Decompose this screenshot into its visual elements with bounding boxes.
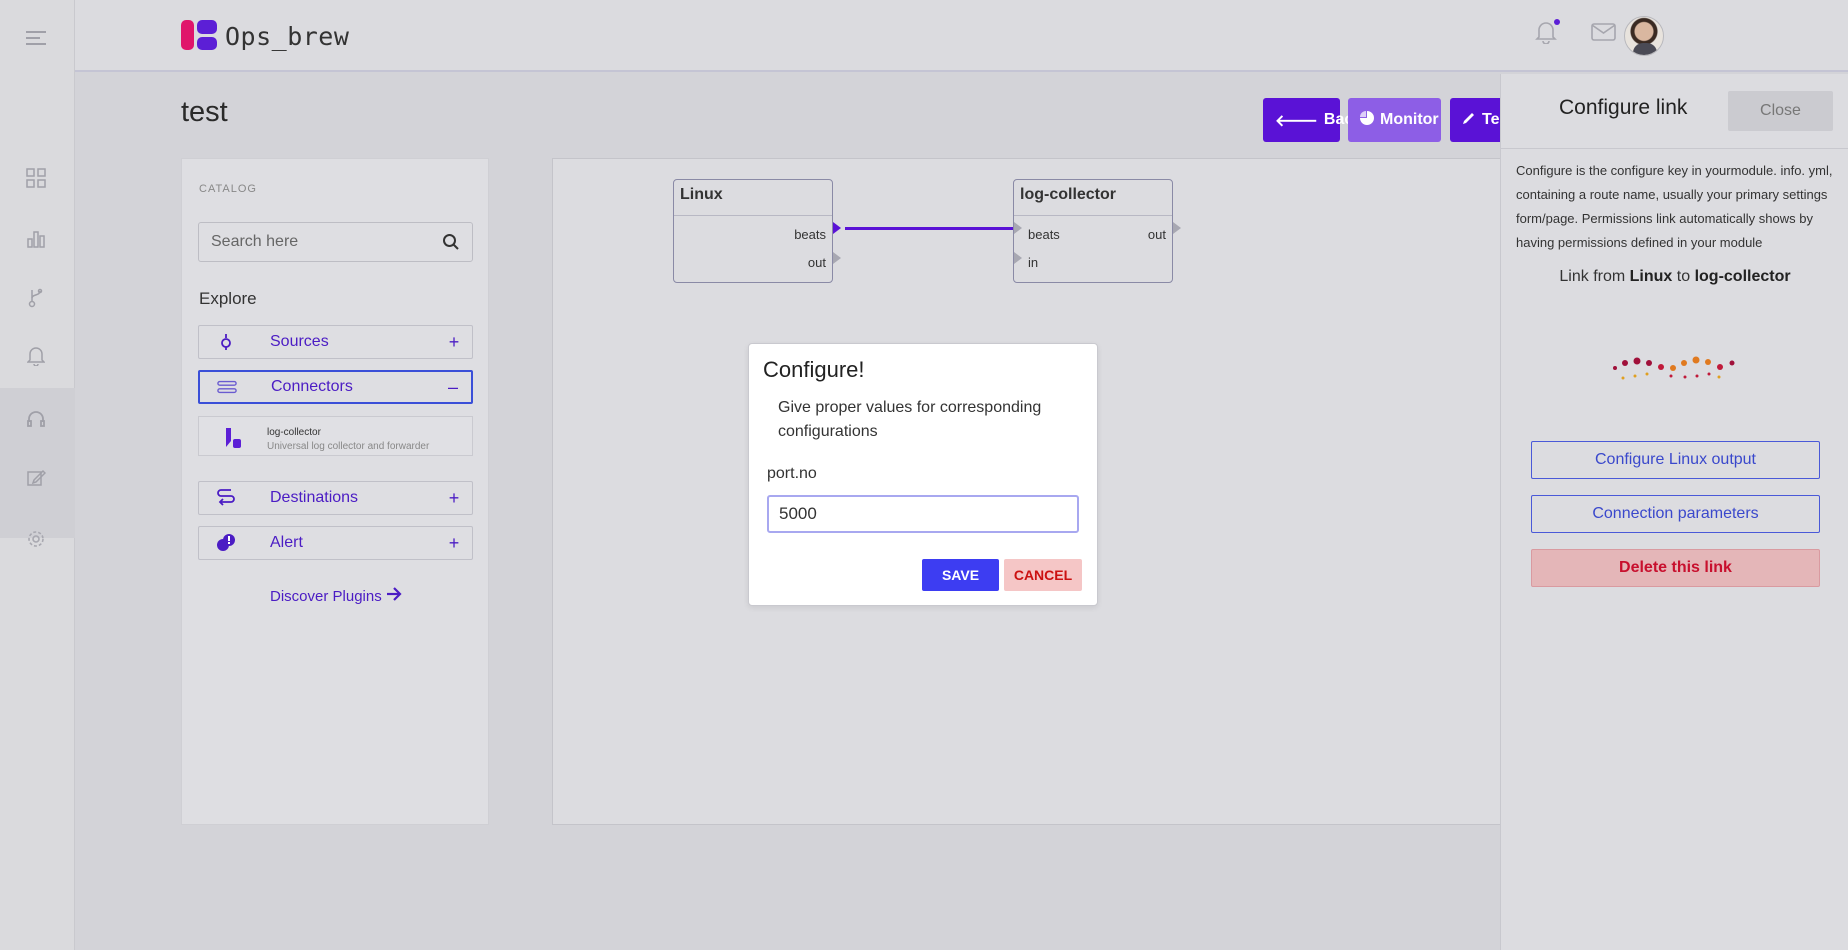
link-from: Linux <box>1629 268 1673 285</box>
catalog-item-destinations[interactable]: Destinations + <box>198 481 473 515</box>
log-collector-icon <box>224 427 242 449</box>
connectors-icon <box>217 377 237 397</box>
configure-link-panel: Configure link Close Configure is the co… <box>1500 74 1848 950</box>
catalog-title: CATALOG <box>199 183 257 195</box>
destinations-icon <box>216 488 236 508</box>
connection-parameters-button[interactable]: Connection parameters <box>1531 495 1820 533</box>
notification-dot <box>1554 19 1560 25</box>
link-mid: to <box>1676 268 1691 285</box>
bell-icon[interactable] <box>24 344 48 368</box>
expand-icon[interactable]: + <box>446 533 462 554</box>
catalog-item-label: Destinations <box>270 489 359 506</box>
port-label: out <box>807 255 826 270</box>
back-button[interactable]: 🡐 Back <box>1263 98 1362 142</box>
link-to: log-collector <box>1694 268 1791 285</box>
input-port-beats[interactable] <box>1014 222 1022 234</box>
analytics-icon[interactable] <box>24 227 48 251</box>
configure-modal: Configure! Give proper values for corres… <box>748 343 1098 606</box>
brand-logo-icon <box>181 20 219 52</box>
link-line-linux-to-log-collector[interactable] <box>845 227 1015 230</box>
brand-name: Ops_brew <box>225 21 350 51</box>
left-sidebar <box>0 0 75 950</box>
configure-output-button[interactable]: Configure Linux output <box>1531 441 1820 479</box>
catalog-item-label: Connectors <box>271 378 353 395</box>
port-field-label: port.no <box>767 465 817 482</box>
arrow-right-icon <box>386 587 402 605</box>
modal-description: Give proper values for corresponding con… <box>778 399 1042 440</box>
connector-name: log-collector <box>267 427 321 438</box>
sources-icon <box>216 332 236 352</box>
page-title: test <box>181 96 228 128</box>
dashboard-icon[interactable] <box>24 166 48 190</box>
arrow-left-icon: 🡐 <box>1275 112 1318 130</box>
node-title: log-collector <box>1020 186 1117 203</box>
brand[interactable]: Ops_brew <box>181 20 349 52</box>
search-icon[interactable] <box>442 233 460 251</box>
link-prefix: Link from <box>1559 268 1626 285</box>
pie-chart-icon <box>1360 110 1374 130</box>
port-label: out <box>1147 227 1166 242</box>
catalog-panel: CATALOG Explore Sources + Connectors – l… <box>181 158 489 825</box>
catalog-item-label: Sources <box>270 333 329 350</box>
save-button[interactable]: SAVE <box>922 559 999 591</box>
delete-link-button[interactable]: Delete this link <box>1531 549 1820 587</box>
port-label: beats <box>1028 227 1060 242</box>
edit-icon[interactable] <box>24 466 48 490</box>
connector-log-collector[interactable]: log-collector Universal log collector an… <box>198 416 473 456</box>
link-summary: Link from Linux to log-collector <box>1501 268 1848 286</box>
loading-dots-icon <box>1611 354 1741 394</box>
node-linux[interactable]: Linux beats out <box>673 179 833 283</box>
port-input[interactable] <box>767 495 1079 533</box>
catalog-item-sources[interactable]: Sources + <box>198 325 473 359</box>
discover-plugins-link[interactable]: Discover Plugins <box>270 587 402 605</box>
settings-icon[interactable] <box>24 527 48 551</box>
catalog-item-connectors[interactable]: Connectors – <box>198 370 473 404</box>
mail-icon[interactable] <box>1591 22 1617 48</box>
monitor-button[interactable]: Monitor <box>1348 98 1441 142</box>
cancel-button[interactable]: CANCEL <box>1004 559 1082 591</box>
port-label: in <box>1028 255 1039 270</box>
top-header: Ops_brew <box>75 0 1848 72</box>
search-input[interactable] <box>199 233 424 251</box>
explore-heading: Explore <box>199 289 257 308</box>
panel-description: Configure is the configure key in yourmo… <box>1516 163 1833 250</box>
output-port-out[interactable] <box>833 252 841 264</box>
pencil-icon <box>1462 111 1476 130</box>
expand-icon[interactable]: + <box>446 332 462 353</box>
catalog-search[interactable] <box>198 222 473 262</box>
input-port-in[interactable] <box>1014 252 1022 264</box>
panel-title: Configure link <box>1559 96 1688 119</box>
node-title: Linux <box>680 186 723 203</box>
close-button[interactable]: Close <box>1728 91 1833 131</box>
output-port-beats[interactable] <box>833 222 841 234</box>
output-port-out[interactable] <box>1173 222 1181 234</box>
headset-icon[interactable] <box>24 407 48 431</box>
expand-icon[interactable]: + <box>446 488 462 509</box>
user-avatar[interactable] <box>1624 16 1664 56</box>
collapse-icon[interactable]: – <box>445 377 461 398</box>
node-log-collector[interactable]: log-collector beats in out <box>1013 179 1173 283</box>
catalog-item-alert[interactable]: Alert + <box>198 526 473 560</box>
modal-title: Configure! <box>763 357 865 382</box>
branch-icon[interactable] <box>24 286 48 310</box>
port-label: beats <box>794 227 826 242</box>
monitor-button-label: Monitor <box>1380 111 1439 128</box>
catalog-item-label: Alert <box>270 534 303 551</box>
notification-bell-icon[interactable] <box>1535 19 1561 46</box>
connector-description: Universal log collector and forwarder <box>267 441 430 452</box>
menu-icon[interactable] <box>24 26 48 50</box>
discover-plugins-label: Discover Plugins <box>270 587 382 605</box>
alert-icon <box>216 533 236 553</box>
